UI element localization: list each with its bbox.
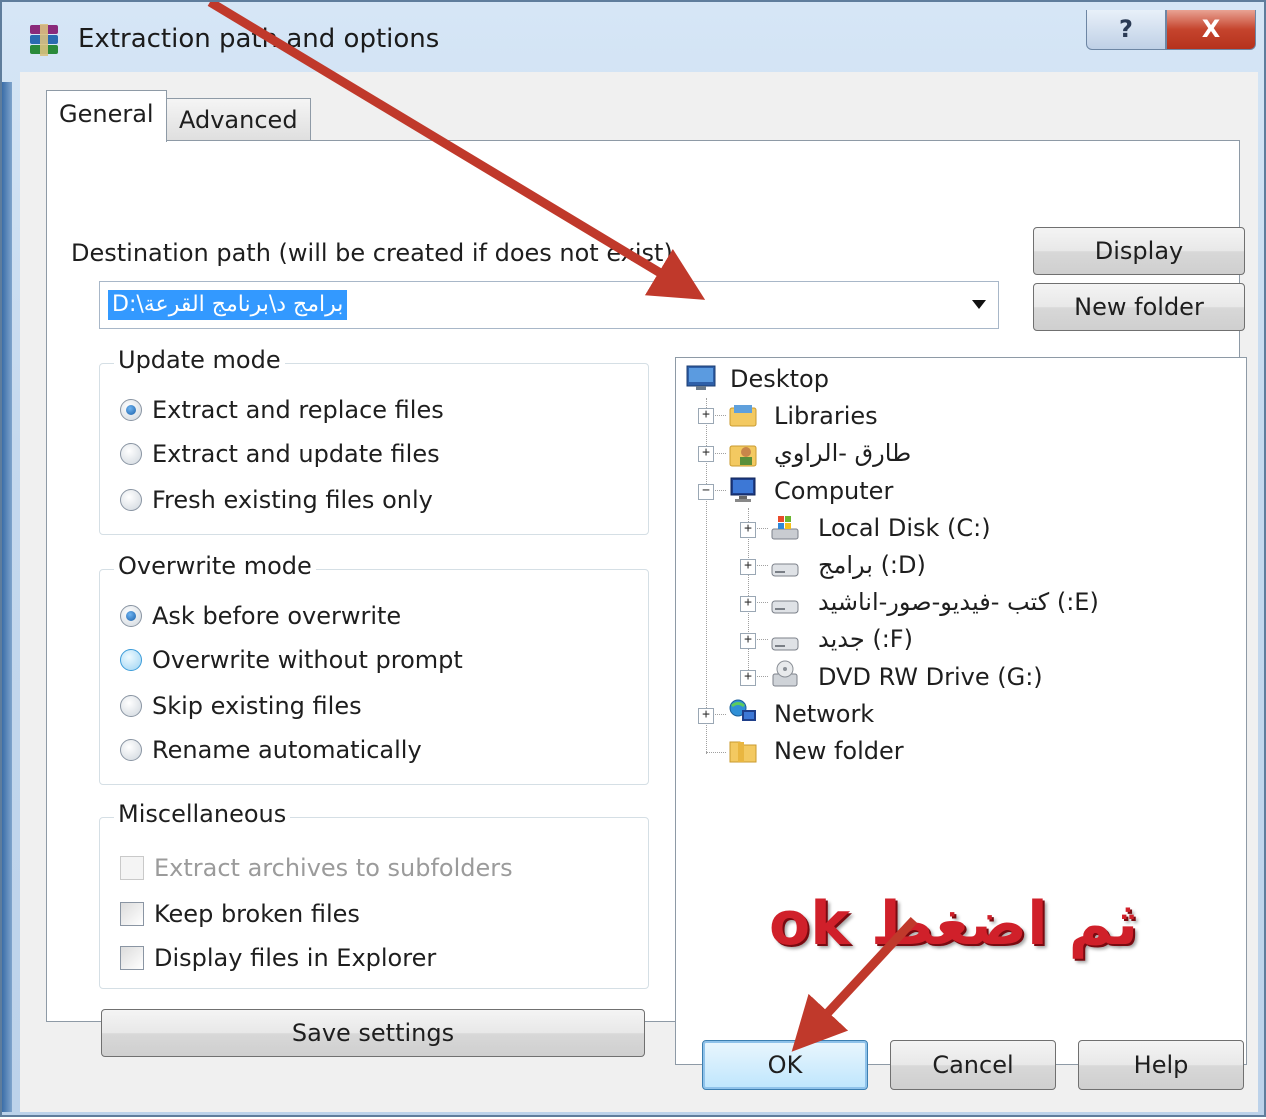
tree-node-new-folder[interactable]: New folder <box>774 734 904 768</box>
expand-icon[interactable]: + <box>740 522 756 538</box>
ok-button[interactable]: OK <box>702 1040 868 1090</box>
radio-overwrite-without-prompt[interactable]: Overwrite without prompt <box>120 646 463 674</box>
background-window-edge <box>2 82 12 1112</box>
update-mode-group: Update mode Extract and replace files Ex… <box>99 346 649 535</box>
tree-node-network[interactable]: Network <box>774 697 874 731</box>
drive-icon <box>771 563 799 577</box>
radio-ask-before-overwrite[interactable]: Ask before overwrite <box>120 602 401 630</box>
dialog-client-area: General Advanced Destination path (will … <box>20 72 1258 1112</box>
checkbox-label: Keep broken files <box>154 900 360 928</box>
radio-button-icon[interactable] <box>120 649 142 671</box>
destination-path-value[interactable]: D:\برامج د\برنامج القرعة <box>108 290 348 320</box>
radio-label: Extract and update files <box>152 440 440 468</box>
display-button[interactable]: Display <box>1033 227 1245 275</box>
checkbox-icon[interactable] <box>120 902 144 926</box>
checkbox-extract-to-subfolders: Extract archives to subfolders <box>120 854 513 882</box>
radio-button-icon[interactable] <box>120 443 142 465</box>
radio-label: Fresh existing files only <box>152 486 433 514</box>
titlebar-help-button[interactable]: ? <box>1086 10 1166 50</box>
title-bar[interactable]: Extraction path and options ? X <box>12 10 1258 70</box>
radio-extract-replace[interactable]: Extract and replace files <box>120 396 444 424</box>
user-folder-icon <box>729 445 757 467</box>
help-button[interactable]: Help <box>1078 1040 1244 1090</box>
checkbox-icon[interactable] <box>120 946 144 970</box>
drive-icon <box>771 600 799 614</box>
general-tab-panel: Destination path (will be created if doe… <box>46 140 1247 1065</box>
tree-node-drive-d[interactable]: (D:) برامج <box>818 548 926 582</box>
close-button[interactable]: X <box>1166 10 1256 50</box>
miscellaneous-group: Miscellaneous Extract archives to subfol… <box>99 800 649 989</box>
radio-label: Ask before overwrite <box>152 602 402 630</box>
checkbox-display-in-explorer[interactable]: Display files in Explorer <box>120 944 436 972</box>
annotation-arabic: ثم اضغط <box>871 889 1139 959</box>
checkbox-keep-broken-files[interactable]: Keep broken files <box>120 900 360 928</box>
expand-icon[interactable]: + <box>740 559 756 575</box>
expand-icon[interactable]: + <box>698 708 714 724</box>
expand-icon[interactable]: + <box>698 408 714 424</box>
new-folder-button[interactable]: New folder <box>1033 283 1245 331</box>
radio-extract-update[interactable]: Extract and update files <box>120 440 440 468</box>
overwrite-mode-title: Overwrite mode <box>114 552 316 580</box>
tree-node-computer[interactable]: Computer <box>774 474 893 508</box>
radio-button-icon[interactable] <box>120 605 142 627</box>
tree-node-user[interactable]: طارق -الراوي <box>774 436 911 470</box>
save-settings-button[interactable]: Save settings <box>101 1009 645 1057</box>
radio-button-icon[interactable] <box>120 399 142 421</box>
computer-icon <box>730 477 756 502</box>
radio-label: Overwrite without prompt <box>152 646 463 674</box>
destination-path-combobox[interactable]: D:\برامج د\برنامج القرعة <box>99 281 999 329</box>
radio-label: Skip existing files <box>152 692 362 720</box>
dvd-drive-icon <box>772 660 798 687</box>
checkbox-label: Display files in Explorer <box>154 944 437 972</box>
folder-icon <box>729 741 757 763</box>
tree-node-drive-e[interactable]: (E:) كتب -فيديو-صور-اناشيد <box>818 585 1099 619</box>
tree-node-libraries[interactable]: Libraries <box>774 399 878 433</box>
winrar-app-icon <box>30 24 58 56</box>
checkbox-label: Extract archives to subfolders <box>154 854 513 882</box>
libraries-icon <box>729 405 757 427</box>
expand-icon[interactable]: + <box>740 596 756 612</box>
update-mode-title: Update mode <box>114 346 285 374</box>
radio-label: Rename automatically <box>152 736 422 764</box>
desktop-icon <box>686 365 716 390</box>
cancel-button[interactable]: Cancel <box>890 1040 1056 1090</box>
tree-connector <box>706 752 726 753</box>
radio-button-icon[interactable] <box>120 739 142 761</box>
destination-path-label: Destination path (will be created if doe… <box>71 239 673 267</box>
miscellaneous-title: Miscellaneous <box>114 800 291 828</box>
radio-button-icon[interactable] <box>120 489 142 511</box>
overwrite-mode-group: Overwrite mode Ask before overwrite Over… <box>99 552 649 785</box>
instruction-annotation: ok ثم اضغط <box>769 889 1138 959</box>
expand-icon[interactable]: + <box>740 670 756 686</box>
dropdown-arrow-icon[interactable] <box>972 300 986 309</box>
expand-icon[interactable]: + <box>740 633 756 649</box>
network-icon <box>729 699 756 721</box>
annotation-ok: ok <box>769 889 851 959</box>
tree-node-dvd-g[interactable]: DVD RW Drive (G:) <box>818 660 1043 694</box>
radio-label: Extract and replace files <box>152 396 444 424</box>
radio-skip-existing[interactable]: Skip existing files <box>120 692 362 720</box>
system-drive-icon <box>771 516 799 540</box>
radio-button-icon[interactable] <box>120 695 142 717</box>
tab-advanced[interactable]: Advanced <box>166 98 311 142</box>
tree-node-desktop[interactable]: Desktop <box>730 362 829 396</box>
radio-fresh-existing[interactable]: Fresh existing files only <box>120 486 433 514</box>
radio-rename-automatically[interactable]: Rename automatically <box>120 736 422 764</box>
collapse-icon[interactable]: − <box>698 484 714 500</box>
dialog-window: Extraction path and options ? X General … <box>0 0 1266 1117</box>
window-title: Extraction path and options <box>78 24 440 54</box>
expand-icon[interactable]: + <box>698 446 714 462</box>
tree-node-drive-c[interactable]: Local Disk (C:) <box>818 511 991 545</box>
checkbox-icon <box>120 856 144 880</box>
drive-icon <box>771 637 799 651</box>
tab-general[interactable]: General <box>46 90 167 142</box>
tree-node-drive-f[interactable]: (F:) جديد <box>818 622 913 656</box>
